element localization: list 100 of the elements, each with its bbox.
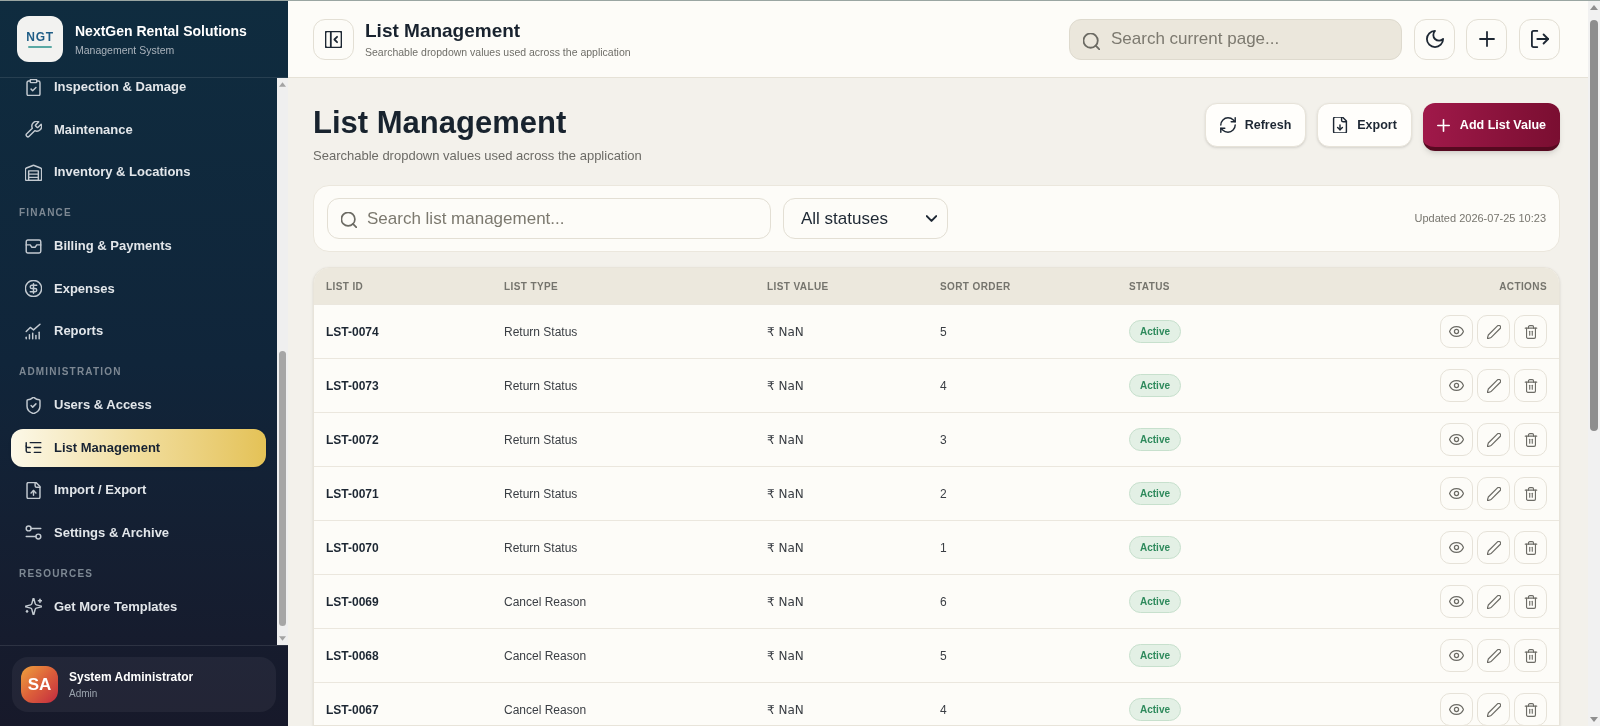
- delete-button[interactable]: [1514, 477, 1547, 510]
- delete-button[interactable]: [1514, 585, 1547, 618]
- logout-button[interactable]: [1519, 18, 1560, 60]
- view-button[interactable]: [1440, 585, 1473, 618]
- arrow-up-icon[interactable]: [1590, 5, 1598, 10]
- table-cell-text: 2: [940, 485, 947, 503]
- edit-button[interactable]: [1477, 477, 1510, 510]
- nav-item[interactable]: Import / Export: [11, 471, 266, 509]
- user-card[interactable]: SA System Administrator Admin: [12, 657, 276, 712]
- export-button[interactable]: Export: [1317, 103, 1412, 147]
- search-field[interactable]: Search list management...: [327, 198, 771, 239]
- table-cell-text: ₹ NaN: [767, 539, 804, 557]
- table-cell-text: ₹ NaN: [767, 485, 804, 503]
- column-header: STATUS: [1129, 279, 1170, 294]
- edit-button[interactable]: [1477, 693, 1510, 725]
- section-label: RESOURCES: [19, 567, 94, 580]
- nav-item[interactable]: Reports: [11, 312, 266, 350]
- status-badge: Active: [1129, 320, 1181, 343]
- shield-check-icon: [25, 396, 42, 414]
- header-subtitle: Searchable dropdown values used across the application: [365, 45, 631, 59]
- search-icon: [1083, 32, 1100, 50]
- eye-icon: [1449, 326, 1464, 337]
- view-button[interactable]: [1440, 531, 1473, 564]
- scrollbar[interactable]: [277, 78, 288, 645]
- eye-icon: [1449, 488, 1464, 499]
- trash-icon: [1523, 594, 1538, 609]
- edit-button[interactable]: [1477, 369, 1510, 402]
- delete-button[interactable]: [1514, 423, 1547, 456]
- view-button[interactable]: [1440, 369, 1473, 402]
- view-button[interactable]: [1440, 423, 1473, 456]
- user-role: Admin: [69, 686, 99, 700]
- search-field[interactable]: Search current page...: [1069, 18, 1402, 60]
- column-header: LIST ID: [326, 279, 364, 294]
- pencil-icon: [1486, 702, 1501, 717]
- table-cell-text: Return Status: [504, 377, 578, 395]
- view-button[interactable]: [1440, 477, 1473, 510]
- table-cell-text: Return Status: [504, 431, 578, 449]
- trash-icon: [1523, 702, 1538, 717]
- eye-icon: [1449, 704, 1464, 715]
- view-button[interactable]: [1440, 693, 1473, 725]
- header-title: List Management: [365, 19, 522, 42]
- table-cell-text: 3: [940, 431, 947, 449]
- nav-item[interactable]: Users & Access: [11, 386, 266, 424]
- page-title: List Management: [313, 104, 568, 142]
- view-button[interactable]: [1440, 315, 1473, 348]
- nav-item[interactable]: Expenses: [11, 269, 266, 308]
- view-button[interactable]: [1440, 639, 1473, 672]
- add-button[interactable]: [1466, 18, 1507, 60]
- eye-icon: [1449, 542, 1464, 553]
- logout-icon: [1530, 30, 1549, 48]
- delete-button[interactable]: [1514, 693, 1547, 725]
- delete-button[interactable]: [1514, 315, 1547, 348]
- sparkle-icon: [25, 598, 42, 615]
- search-icon: [341, 212, 357, 228]
- sidebar-toggle-button[interactable]: [313, 18, 354, 60]
- nav-item[interactable]: Inspection & Damage: [11, 78, 266, 106]
- add-list-value-button[interactable]: Add List Value: [1422, 103, 1560, 151]
- nav-item[interactable]: Settings & Archive: [11, 513, 266, 552]
- trash-icon: [1523, 486, 1538, 501]
- scrollbar-thumb[interactable]: [1590, 20, 1598, 431]
- file-download-icon: [1332, 117, 1349, 133]
- plus-icon: [1478, 31, 1495, 47]
- edit-button[interactable]: [1477, 585, 1510, 618]
- status-badge: Active: [1129, 698, 1181, 721]
- table-cell-text: LST-0071: [326, 485, 379, 503]
- table-cell-text: 5: [940, 647, 947, 665]
- moon-icon: [1425, 30, 1444, 48]
- chevron-down-icon: [926, 215, 937, 222]
- trash-icon: [1523, 648, 1538, 663]
- nav-item[interactable]: List Management: [11, 428, 266, 467]
- edit-button[interactable]: [1477, 639, 1510, 672]
- list-tree-icon: [25, 439, 42, 456]
- nav-item[interactable]: Get More Templates: [11, 587, 266, 626]
- theme-toggle-button[interactable]: [1414, 18, 1455, 60]
- table-cell-text: 4: [940, 701, 947, 719]
- scrollbar[interactable]: [1588, 1, 1600, 726]
- trash-icon: [1523, 540, 1538, 555]
- delete-button[interactable]: [1514, 639, 1547, 672]
- status-badge: Active: [1129, 482, 1181, 505]
- nav-item[interactable]: Inventory & Locations: [11, 153, 266, 191]
- refresh-button[interactable]: Refresh: [1204, 103, 1307, 147]
- avatar: SA: [21, 666, 58, 703]
- inbox-icon: [25, 237, 42, 255]
- arrow-down-icon[interactable]: [1590, 717, 1598, 722]
- delete-button[interactable]: [1514, 531, 1547, 564]
- nav-item[interactable]: Maintenance: [11, 110, 266, 149]
- table-cell-text: Return Status: [504, 539, 578, 557]
- delete-button[interactable]: [1514, 369, 1547, 402]
- edit-button[interactable]: [1477, 531, 1510, 564]
- table-cell-text: ₹ NaN: [767, 593, 804, 611]
- edit-button[interactable]: [1477, 423, 1510, 456]
- refresh-icon: [1219, 117, 1236, 133]
- edit-button[interactable]: [1477, 315, 1510, 348]
- toggles-icon: [25, 524, 42, 541]
- nav-item[interactable]: Billing & Payments: [11, 227, 266, 265]
- brand-subtitle: Management System: [75, 42, 176, 57]
- status-badge: Active: [1129, 590, 1181, 613]
- status-select[interactable]: All statuses: [783, 198, 948, 239]
- plus-icon: [1436, 118, 1450, 132]
- scrollbar-thumb[interactable]: [279, 351, 286, 626]
